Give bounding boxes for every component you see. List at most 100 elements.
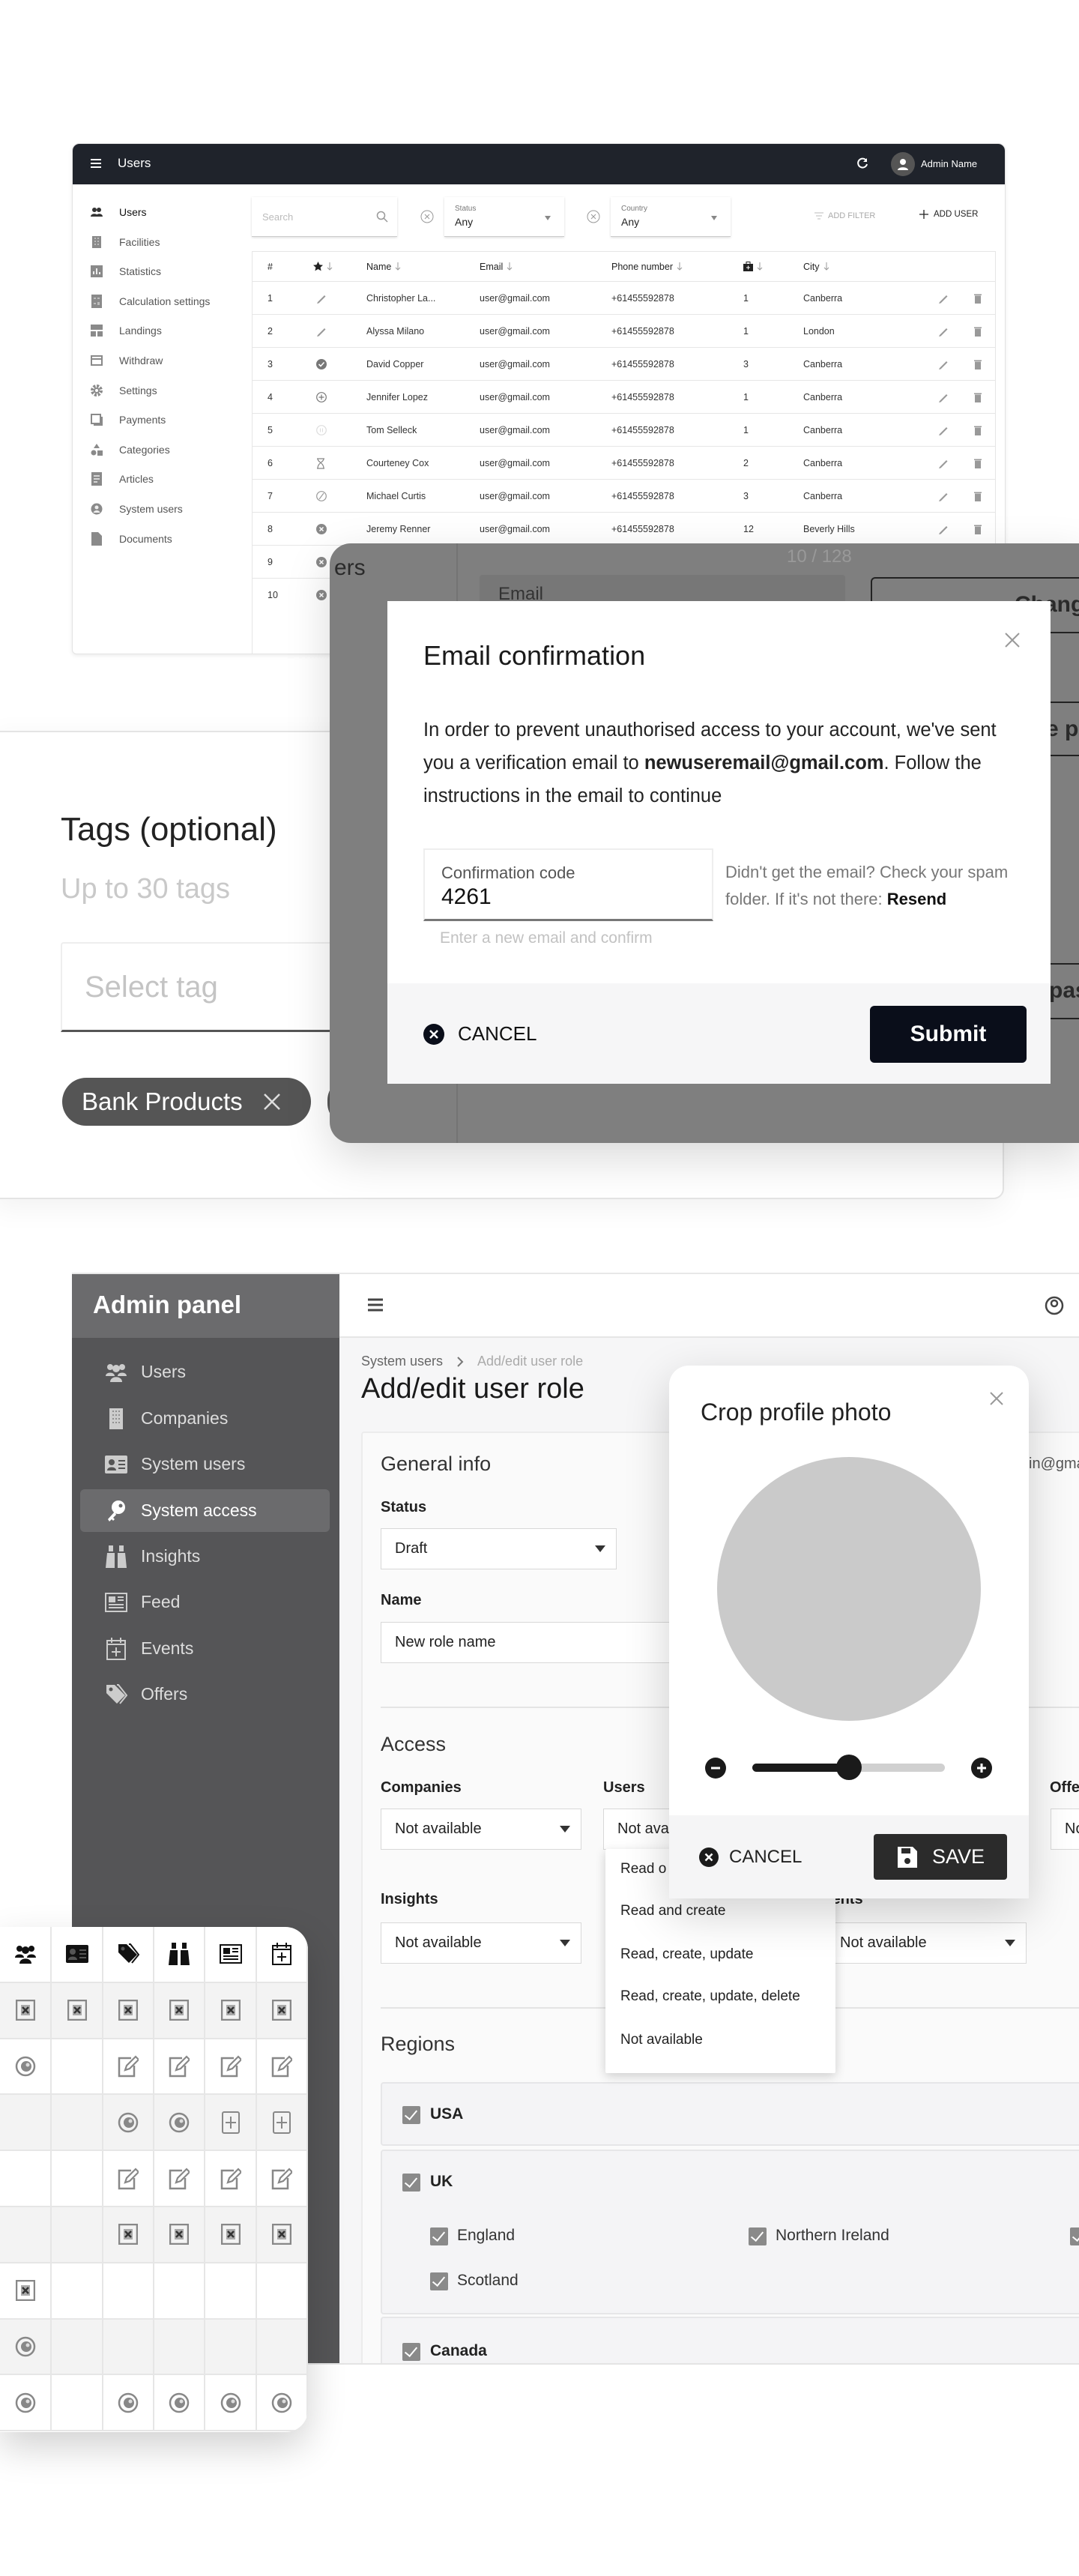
admin-nav-companies[interactable]: Companies	[80, 1397, 330, 1440]
table-row[interactable]: 5 Tom Selleck user@gmail.com +61455592878 1 C…	[253, 413, 995, 446]
eye-icon[interactable]	[257, 2375, 308, 2432]
eye-icon[interactable]	[103, 2375, 154, 2432]
zoom-slider[interactable]	[752, 1755, 945, 1780]
sort-arrow-icon[interactable]	[677, 262, 683, 271]
column-header[interactable]	[743, 252, 763, 281]
zoom-in-icon[interactable]	[971, 1758, 992, 1779]
sort-arrow-icon[interactable]	[823, 262, 829, 271]
submit-button[interactable]: Submit	[870, 1006, 1027, 1063]
status-filter[interactable]: Status Any	[444, 197, 564, 237]
menu-icon[interactable]	[366, 1297, 384, 1313]
column-header[interactable]	[313, 252, 333, 281]
usa-checkbox[interactable]	[402, 2106, 420, 2124]
edit-icon[interactable]	[938, 348, 949, 381]
admin-nav-offers[interactable]: Offers	[80, 1673, 330, 1716]
admin-nav-users[interactable]: Users	[80, 1351, 330, 1393]
x-square-icon[interactable]	[103, 1982, 154, 2039]
crop-cancel-button[interactable]: CANCEL	[699, 1847, 802, 1868]
column-header[interactable]: Name	[366, 252, 401, 281]
sidebar-item-payments[interactable]: Payments	[73, 406, 245, 433]
tag-select-input[interactable]: Select tag	[61, 942, 375, 1032]
eye-icon[interactable]	[0, 2319, 52, 2376]
column-header[interactable]: City	[803, 252, 829, 281]
sidebar-item-categories[interactable]: Categories	[73, 436, 245, 463]
table-row[interactable]: 1 Christopher La... user@gmail.com +6145559…	[253, 281, 995, 314]
sidebar-item-facilities[interactable]: Facilities	[73, 229, 245, 256]
zoom-out-icon[interactable]	[705, 1758, 726, 1779]
status-select[interactable]: Draft	[381, 1528, 617, 1569]
edit-icon[interactable]	[938, 381, 949, 414]
x-square-icon[interactable]	[154, 2207, 205, 2263]
sidebar-item-landings[interactable]: Landings	[73, 317, 245, 344]
table-row[interactable]: 2 Alyssa Milano user@gmail.com +61455592878…	[253, 314, 995, 347]
trash-icon[interactable]	[974, 513, 982, 546]
menu-icon[interactable]	[89, 157, 103, 170]
dropdown-option[interactable]: Not available	[620, 2032, 703, 2048]
admin-nav-insights[interactable]: Insights	[80, 1535, 330, 1578]
region-checkbox[interactable]	[1070, 2227, 1079, 2245]
sidebar-item-system-users[interactable]: System users	[73, 495, 245, 522]
edit-icon[interactable]	[938, 414, 949, 447]
dropdown-option[interactable]: Read and create	[620, 1903, 726, 1919]
sidebar-item-withdraw[interactable]: Withdraw	[73, 347, 245, 374]
add-filter-button[interactable]: ADD FILTER	[814, 211, 875, 220]
table-row[interactable]: 4 Jennifer Lopez user@gmail.com +6145559287…	[253, 380, 995, 413]
offers-select[interactable]: No	[1051, 1809, 1079, 1850]
trash-icon[interactable]	[974, 381, 982, 414]
events-select[interactable]: Not available	[826, 1922, 1027, 1964]
remove-tag-icon[interactable]	[262, 1092, 282, 1111]
admin-nav-system-users[interactable]: System users	[80, 1443, 330, 1485]
edit-square-icon[interactable]	[257, 2039, 308, 2096]
x-square-icon[interactable]	[0, 1982, 52, 2039]
trash-icon[interactable]	[974, 447, 982, 480]
table-row[interactable]: 6 Courteney Cox user@gmail.com +61455592878…	[253, 446, 995, 479]
plus-square-icon[interactable]	[205, 2095, 257, 2152]
close-icon[interactable]	[989, 1391, 1004, 1406]
x-square-icon[interactable]	[103, 2207, 154, 2263]
sort-arrow-icon[interactable]	[327, 262, 333, 271]
search-input[interactable]: Search	[252, 197, 397, 237]
sort-arrow-icon[interactable]	[507, 262, 513, 271]
trash-icon[interactable]	[974, 414, 982, 447]
eye-icon[interactable]	[154, 2375, 205, 2432]
scotland-checkbox[interactable]	[430, 2272, 448, 2290]
x-square-icon[interactable]	[52, 1982, 103, 2039]
breadcrumb-item[interactable]: System users	[361, 1354, 443, 1369]
edit-square-icon[interactable]	[205, 2151, 257, 2207]
admin-nav-system-access[interactable]: System access	[80, 1489, 330, 1532]
edit-square-icon[interactable]	[103, 2151, 154, 2207]
eye-icon[interactable]	[205, 2375, 257, 2432]
edit-square-icon[interactable]	[154, 2039, 205, 2096]
confirmation-code-input[interactable]: Confirmation code 4261	[423, 848, 713, 921]
admin-nav-events[interactable]: Events	[80, 1627, 330, 1670]
northern-ireland-checkbox[interactable]	[749, 2227, 767, 2245]
edit-icon[interactable]	[938, 480, 949, 513]
eye-icon[interactable]	[154, 2095, 205, 2152]
resend-link[interactable]: Resend	[887, 890, 946, 908]
edit-icon[interactable]	[938, 447, 949, 480]
edit-icon[interactable]	[938, 282, 949, 315]
admin-name[interactable]: Admin Name	[921, 158, 977, 169]
avatar[interactable]	[891, 152, 915, 176]
eye-icon[interactable]	[0, 2039, 52, 2096]
profile-icon[interactable]	[1045, 1295, 1064, 1316]
sidebar-item-calculation-settings[interactable]: Calculation settings	[73, 288, 245, 315]
dropdown-option[interactable]: Read o	[620, 1861, 666, 1877]
search-icon[interactable]	[376, 211, 388, 223]
table-row[interactable]: 8 Jeremy Renner user@gmail.com +61455592878…	[253, 512, 995, 545]
clear-status-icon[interactable]	[420, 210, 434, 223]
x-square-icon[interactable]	[205, 2207, 257, 2263]
uk-checkbox[interactable]	[402, 2174, 420, 2192]
add-user-button[interactable]: ADD USER	[919, 210, 978, 219]
edit-square-icon[interactable]	[154, 2151, 205, 2207]
trash-icon[interactable]	[974, 315, 982, 348]
admin-nav-feed[interactable]: Feed	[80, 1581, 330, 1623]
close-icon[interactable]	[1003, 631, 1021, 649]
england-checkbox[interactable]	[430, 2227, 448, 2245]
sidebar-item-articles[interactable]: Articles	[73, 465, 245, 492]
column-header[interactable]: #	[268, 252, 273, 281]
insights-select[interactable]: Not available	[381, 1922, 581, 1964]
x-square-icon[interactable]	[205, 1982, 257, 2039]
trash-icon[interactable]	[974, 282, 982, 315]
edit-icon[interactable]	[938, 315, 949, 348]
